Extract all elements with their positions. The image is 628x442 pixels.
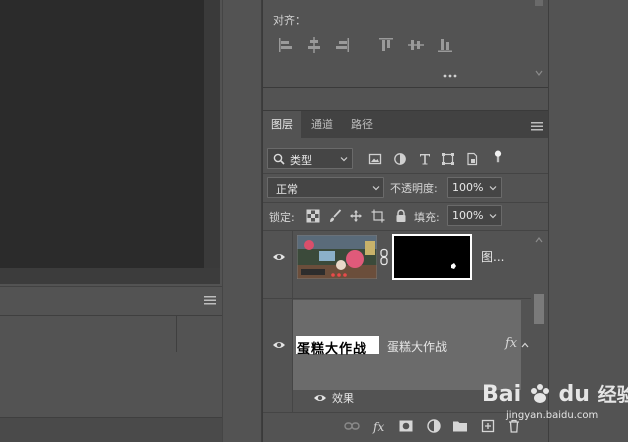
align-left-edges-icon[interactable]: [277, 36, 295, 54]
panel-row: [0, 315, 222, 352]
eye-icon[interactable]: [272, 252, 286, 262]
layer-filter-value: 类型: [290, 154, 312, 167]
layer-name: 图...: [481, 250, 505, 264]
lock-all-icon[interactable]: [394, 209, 408, 223]
layer-row[interactable]: 图...: [263, 231, 531, 298]
fill-input[interactable]: 100%: [447, 205, 502, 226]
align-vertical-centers-icon[interactable]: [407, 36, 425, 54]
tab-layers[interactable]: 图层: [263, 111, 301, 139]
lock-transparent-pixels-icon[interactable]: [306, 209, 320, 223]
layer-effects-icon[interactable]: fx: [505, 336, 517, 351]
more-options-icon[interactable]: [443, 74, 457, 78]
chevron-down-icon: [340, 157, 348, 162]
watermark-jingyan: 经验: [597, 384, 628, 406]
blend-mode-select[interactable]: 正常: [267, 177, 384, 198]
blend-mode-value: 正常: [276, 183, 298, 196]
watermark-brand: Bai: [482, 382, 522, 407]
eye-icon[interactable]: [272, 340, 286, 350]
chevron-up-icon[interactable]: [521, 342, 529, 348]
filter-type-layers-icon[interactable]: [418, 152, 432, 166]
search-icon: [273, 153, 285, 165]
eye-icon[interactable]: [313, 393, 327, 403]
tab-channels[interactable]: 通道: [303, 111, 341, 139]
new-adjustment-layer-icon[interactable]: [426, 418, 442, 434]
align-top-edges-icon[interactable]: [377, 36, 395, 54]
layer-mask-thumbnail: [392, 234, 472, 280]
filter-shape-layers-icon[interactable]: [441, 152, 455, 166]
panel-row: [0, 417, 222, 442]
panel-menu-icon[interactable]: [204, 295, 216, 305]
chevron-down-icon: [372, 186, 380, 191]
effects-label: 效果: [332, 392, 354, 405]
text-layer-thumbnail-text: 蛋糕大作战: [297, 342, 368, 357]
opacity-input[interactable]: 100%: [447, 177, 502, 198]
chevron-down-icon[interactable]: [489, 212, 497, 220]
align-panel: 对齐：: [263, 0, 548, 88]
align-label: 对齐：: [273, 14, 306, 27]
layers-panel-tabbar: 图层 通道 路径: [263, 110, 548, 139]
add-layer-style-icon[interactable]: fx: [372, 418, 388, 434]
link-icon[interactable]: [379, 248, 389, 266]
align-right-edges-icon[interactable]: [333, 36, 351, 54]
canvas-horizontal-scroll-track[interactable]: [0, 268, 220, 284]
layers-panel-menu-icon[interactable]: [531, 121, 543, 131]
paw-logo-icon: [530, 384, 549, 403]
lock-artboard-icon[interactable]: [371, 209, 385, 223]
add-layer-mask-icon[interactable]: [398, 418, 414, 434]
watermark-brand2: du: [558, 382, 590, 407]
filter-adjustment-layers-icon[interactable]: [393, 152, 407, 166]
opacity-label: 不透明度:: [390, 182, 438, 195]
chevron-down-icon[interactable]: [489, 184, 497, 192]
filter-smart-objects-icon[interactable]: [465, 152, 479, 166]
baidu-jingyan-watermark: Bai du 经验 jingyan.baidu.com: [480, 374, 628, 442]
align-bottom-edges-icon[interactable]: [436, 36, 454, 54]
filter-toggle-icon[interactable]: [491, 149, 502, 167]
panel-divider: [222, 0, 262, 442]
layer-filter-select[interactable]: 类型: [267, 148, 353, 169]
fill-value: 100%: [452, 209, 484, 222]
canvas-vertical-scroll-track[interactable]: [204, 0, 220, 284]
align-panel-scrollbar[interactable]: [532, 0, 546, 86]
watermark-url: jingyan.baidu.com: [506, 410, 599, 421]
new-group-icon[interactable]: [452, 418, 468, 434]
text-layer-thumbnail: 蛋糕大作战: [295, 335, 380, 357]
tab-paths[interactable]: 路径: [343, 111, 381, 139]
svg-text:fx: fx: [372, 420, 384, 434]
lock-image-pixels-icon[interactable]: [328, 209, 342, 223]
document-canvas[interactable]: [0, 0, 204, 268]
lock-position-icon[interactable]: [349, 209, 363, 223]
layer-image-thumbnail: [297, 235, 377, 279]
filter-pixel-layers-icon[interactable]: [368, 152, 382, 166]
fill-label: 填充:: [414, 211, 440, 224]
lock-label: 锁定:: [269, 211, 295, 224]
opacity-value: 100%: [452, 181, 484, 194]
align-horizontal-centers-icon[interactable]: [305, 36, 323, 54]
left-lower-panel: [0, 286, 222, 442]
link-layers-icon[interactable]: [344, 418, 360, 434]
layer-name: 蛋糕大作战: [387, 340, 448, 354]
